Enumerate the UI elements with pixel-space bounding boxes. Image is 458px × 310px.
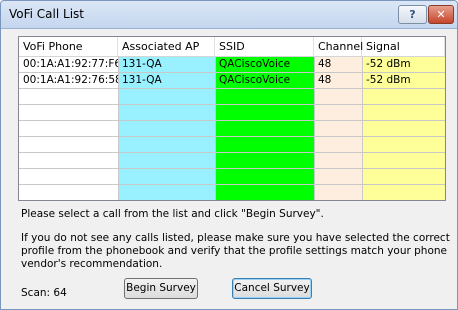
window-title: VoFi Call List	[9, 7, 84, 21]
empty-row	[19, 89, 445, 105]
cell-associated-ap: 131-QA	[122, 74, 162, 86]
empty-row	[19, 137, 445, 153]
empty-row	[19, 105, 445, 121]
title-bar[interactable]: VoFi Call List ? ✕	[1, 1, 457, 29]
empty-row	[19, 185, 445, 200]
help-button[interactable]: ?	[398, 5, 427, 24]
call-list[interactable]: VoFi Phone Associated AP SSID Channel Si…	[18, 36, 446, 201]
cell-ssid: QACiscoVoice	[219, 58, 291, 70]
close-icon: ✕	[436, 8, 446, 21]
empty-row	[19, 169, 445, 185]
cell-vofi-phone: 00:1A:A1:92:76:58	[23, 74, 118, 86]
cancel-survey-button[interactable]: Cancel Survey	[232, 278, 312, 299]
vofi-call-list-window: VoFi Call List ? ✕ VoFi Phone Associated…	[0, 0, 458, 310]
help-text: If you do not see any calls listed, plea…	[21, 232, 450, 270]
table-row[interactable]: 00:1A:A1:92:76:58 131-QA QACiscoVoice 48…	[19, 73, 445, 89]
cell-signal: -52 dBm	[366, 58, 411, 70]
cell-signal: -52 dBm	[366, 74, 411, 86]
begin-survey-button[interactable]: Begin Survey	[124, 278, 198, 299]
cell-channel: 48	[318, 74, 332, 86]
cell-vofi-phone: 00:1A:A1:92:77:F6	[23, 58, 118, 70]
column-header-vofi-phone[interactable]: VoFi Phone	[19, 37, 118, 56]
cell-channel: 48	[318, 58, 332, 70]
help-icon: ?	[409, 8, 416, 21]
column-header-associated-ap[interactable]: Associated AP	[118, 37, 215, 56]
column-header-ssid[interactable]: SSID	[215, 37, 314, 56]
scan-count-label: Scan: 64	[21, 287, 67, 299]
table-row[interactable]: 00:1A:A1:92:77:F6 131-QA QACiscoVoice 48…	[19, 57, 445, 73]
empty-row	[19, 121, 445, 137]
instruction-text: Please select a call from the list and c…	[21, 208, 324, 220]
column-header-channel[interactable]: Channel	[314, 37, 363, 56]
cell-ssid: QACiscoVoice	[219, 74, 291, 86]
list-header: VoFi Phone Associated AP SSID Channel Si…	[19, 37, 445, 57]
close-button[interactable]: ✕	[428, 5, 454, 24]
empty-row	[19, 153, 445, 169]
column-header-signal[interactable]: Signal	[362, 37, 445, 56]
cell-associated-ap: 131-QA	[122, 58, 162, 70]
